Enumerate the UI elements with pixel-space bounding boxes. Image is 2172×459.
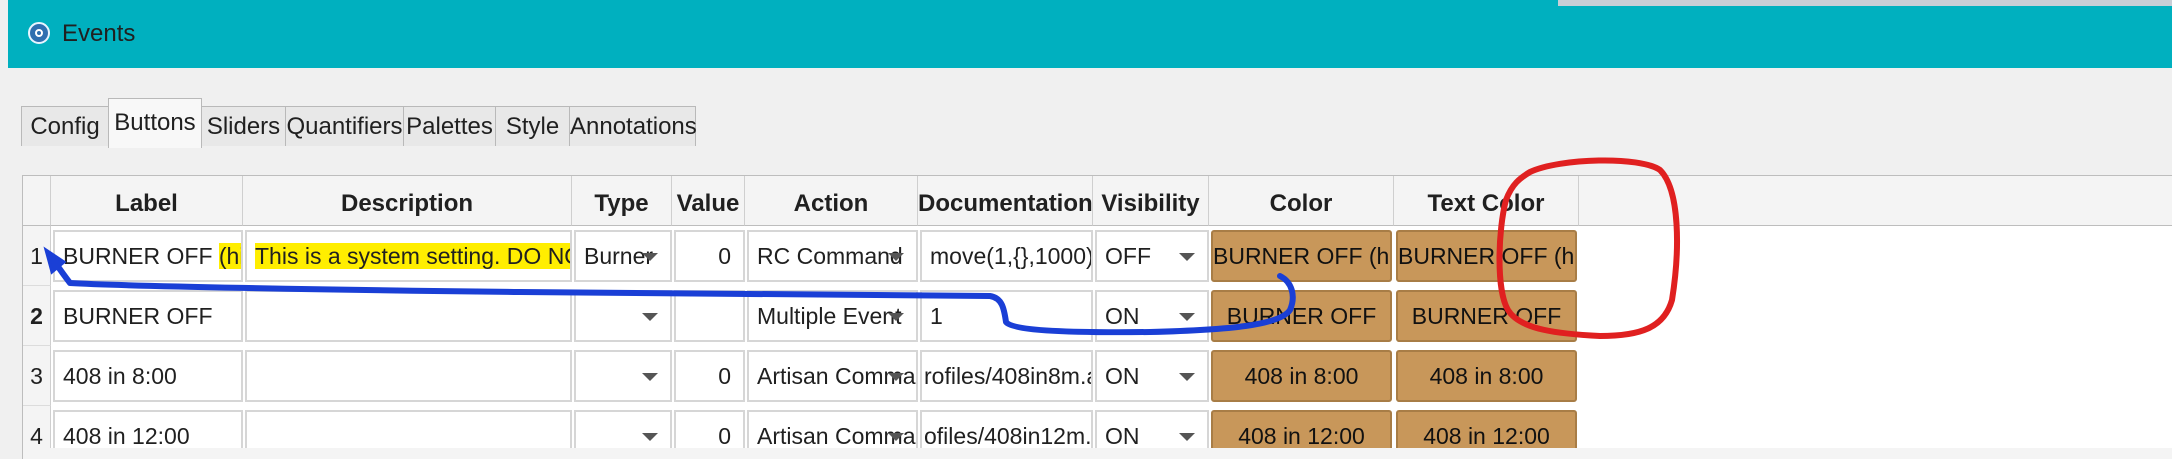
chevron-down-icon xyxy=(888,313,904,321)
label-cell[interactable]: BURNER OFF xyxy=(53,290,243,342)
visibility-combo[interactable]: OFF xyxy=(1095,230,1209,282)
corner-header xyxy=(23,176,51,226)
header-type[interactable]: Type xyxy=(572,176,672,226)
chevron-down-icon xyxy=(1179,253,1195,261)
tab-style[interactable]: Style xyxy=(495,106,570,146)
value-cell[interactable]: 0 xyxy=(674,230,745,282)
table-bottom-strip xyxy=(23,448,2172,459)
window-title: Events xyxy=(62,20,136,47)
label-cell[interactable]: BURNER OFF (hidden) xyxy=(53,230,243,282)
chevron-down-icon xyxy=(642,373,658,381)
row-number[interactable]: 1 xyxy=(23,226,51,286)
description-cell[interactable] xyxy=(245,350,572,402)
visibility-combo[interactable]: ON xyxy=(1095,290,1209,342)
window-titlebar: Events xyxy=(8,0,2172,68)
label-text: BURNER OFF xyxy=(63,243,219,269)
buttons-table: Label Description Type Value Action Docu… xyxy=(22,175,2172,459)
chevron-down-icon xyxy=(888,433,904,441)
value-cell[interactable] xyxy=(674,290,745,342)
visibility-value: OFF xyxy=(1105,243,1151,269)
header-color[interactable]: Color xyxy=(1209,176,1394,226)
header-documentation[interactable]: Documentation xyxy=(918,176,1093,226)
type-combo[interactable] xyxy=(574,350,672,402)
header-description[interactable]: Description xyxy=(243,176,572,226)
tab-sliders[interactable]: Sliders xyxy=(201,106,286,146)
chevron-down-icon xyxy=(1179,373,1195,381)
header-label[interactable]: Label xyxy=(51,176,243,226)
documentation-cell[interactable]: rofiles/408in8m.alog") xyxy=(920,350,1093,402)
description-text: This is a system setting. DO NOT DELETE. xyxy=(255,243,570,269)
dialog-content: Config Buttons Sliders Quantifiers Palet… xyxy=(8,68,2172,459)
row-number[interactable]: 2 xyxy=(23,286,51,346)
type-combo[interactable]: Burner xyxy=(574,230,672,282)
app-icon xyxy=(28,22,50,44)
color-button[interactable]: 408 in 8:00 xyxy=(1211,350,1392,402)
action-combo[interactable]: RC Command xyxy=(747,230,918,282)
tab-buttons[interactable]: Buttons xyxy=(108,98,202,148)
chevron-down-icon xyxy=(1179,433,1195,441)
chevron-down-icon xyxy=(642,433,658,441)
action-combo[interactable]: Multiple Event xyxy=(747,290,918,342)
type-combo[interactable] xyxy=(574,290,672,342)
chevron-down-icon xyxy=(642,313,658,321)
header-action[interactable]: Action xyxy=(745,176,918,226)
tab-config[interactable]: Config xyxy=(21,106,109,146)
description-cell[interactable]: This is a system setting. DO NOT DELETE. xyxy=(245,230,572,282)
text-color-button[interactable]: BURNER OFF (hidden) xyxy=(1396,230,1577,282)
label-highlight-text: (hidden) xyxy=(218,243,241,269)
chevron-down-icon xyxy=(1179,313,1195,321)
chevron-down-icon xyxy=(888,373,904,381)
action-combo[interactable]: Artisan Comman xyxy=(747,350,918,402)
tab-palettes[interactable]: Palettes xyxy=(403,106,496,146)
row-number[interactable]: 3 xyxy=(23,346,51,406)
visibility-value: ON xyxy=(1105,303,1140,329)
visibility-combo[interactable]: ON xyxy=(1095,350,1209,402)
description-cell[interactable] xyxy=(245,290,572,342)
chevron-down-icon xyxy=(888,253,904,261)
value-cell[interactable]: 0 xyxy=(674,350,745,402)
documentation-cell[interactable]: move(1,{},1000) xyxy=(920,230,1093,282)
color-button[interactable]: BURNER OFF xyxy=(1211,290,1392,342)
visibility-value: ON xyxy=(1105,423,1140,449)
action-value: Multiple Event xyxy=(757,303,902,329)
header-visibility[interactable]: Visibility xyxy=(1093,176,1209,226)
header-text-color[interactable]: Text Color xyxy=(1394,176,1579,226)
titlebar-strip xyxy=(1558,0,2172,6)
text-color-button[interactable]: 408 in 8:00 xyxy=(1396,350,1577,402)
visibility-value: ON xyxy=(1105,363,1140,389)
chevron-down-icon xyxy=(642,253,658,261)
label-cell[interactable]: 408 in 8:00 xyxy=(53,350,243,402)
color-button[interactable]: BURNER OFF (hidden) xyxy=(1211,230,1392,282)
tab-annotations[interactable]: Annotations xyxy=(569,106,697,146)
header-filler xyxy=(1579,176,2172,226)
tab-quantifiers[interactable]: Quantifiers xyxy=(285,106,404,146)
documentation-cell[interactable]: 1 xyxy=(920,290,1093,342)
action-value: RC Command xyxy=(757,243,903,269)
text-color-button[interactable]: BURNER OFF xyxy=(1396,290,1577,342)
header-value[interactable]: Value xyxy=(672,176,745,226)
